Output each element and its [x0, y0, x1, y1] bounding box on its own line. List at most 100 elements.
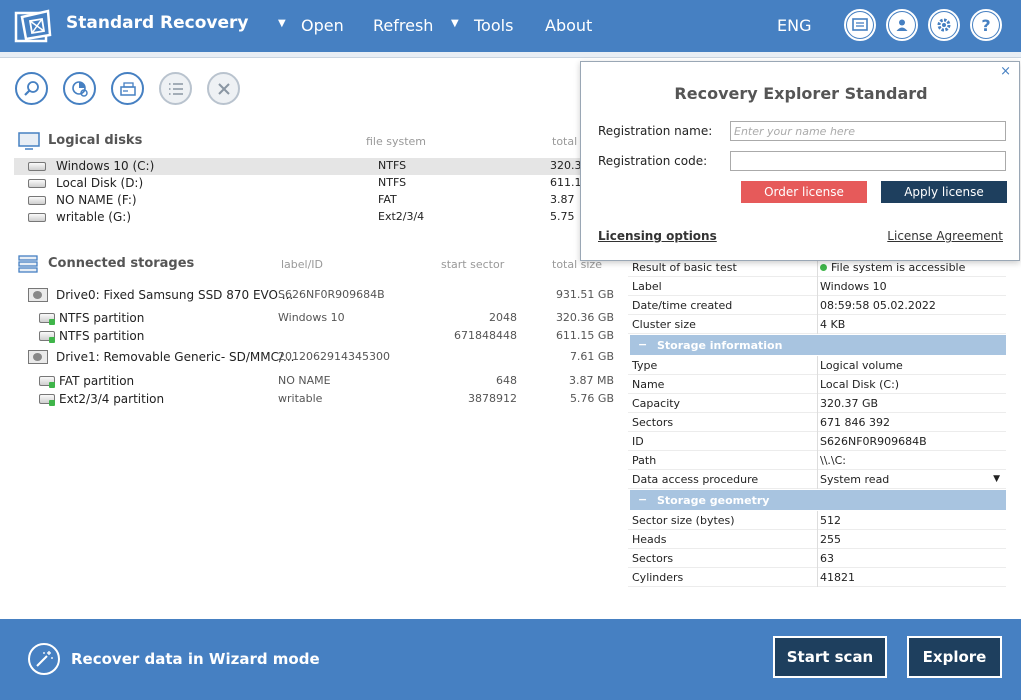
storage-label: 2012062914345300 — [278, 350, 390, 363]
disk-name: Windows 10 (C:) — [56, 159, 155, 173]
partition-icon — [39, 313, 55, 325]
storage-label: writable — [278, 392, 323, 405]
property-key: Result of basic test — [632, 261, 737, 274]
property-row: Label Windows 10 — [628, 277, 1006, 296]
registration-name-input[interactable] — [730, 121, 1006, 141]
list-button[interactable] — [159, 72, 192, 105]
dialog-title: Recovery Explorer Standard — [674, 84, 928, 103]
gear-icon — [931, 12, 957, 38]
drive-row[interactable]: Drive1: Removable Generic- SD/MMC/... 201… — [14, 349, 614, 366]
partition-row[interactable]: NTFS partition 671848448 611.15 GB — [14, 328, 614, 345]
wizard-button[interactable] — [28, 643, 60, 675]
close-button[interactable] — [207, 72, 240, 105]
property-value: 671 846 392 — [820, 416, 890, 429]
dialog-close-icon[interactable]: × — [1000, 64, 1011, 79]
property-value-text: 63 — [820, 552, 834, 565]
menu-open[interactable]: Open — [301, 16, 344, 35]
disk-icon — [28, 179, 46, 188]
property-key: Sector size (bytes) — [632, 514, 735, 527]
disk-size: 5.75 — [550, 210, 575, 223]
property-row: Sectors 671 846 392 — [628, 413, 1006, 432]
property-value-text: 320.37 GB — [820, 397, 879, 410]
storage-name: NTFS partition — [59, 311, 145, 325]
logical-disk-row[interactable]: Windows 10 (C:) NTFS 320.36 — [14, 158, 624, 175]
storage-name: Ext2/3/4 partition — [59, 392, 165, 406]
apply-license-button[interactable]: Apply license — [881, 181, 1007, 203]
property-key: Capacity — [632, 397, 681, 410]
licensing-options-link[interactable]: Licensing options — [598, 229, 717, 243]
property-value: 255 — [820, 533, 841, 546]
order-license-button[interactable]: Order license — [741, 181, 867, 203]
property-separator — [817, 549, 818, 568]
license-agreement-link[interactable]: License Agreement — [887, 229, 1003, 243]
property-row: Path \\.\C: — [628, 451, 1006, 470]
partition-row[interactable]: Ext2/3/4 partition writable 3878912 5.76 GB — [14, 391, 614, 408]
property-row: Name Local Disk (C:) — [628, 375, 1006, 394]
logical-disk-row[interactable]: Local Disk (D:) NTFS 611.14 — [14, 175, 624, 192]
partition-icon — [39, 331, 55, 343]
disk-icon — [28, 162, 46, 171]
logical-disk-row[interactable]: NO NAME (F:) FAT 3.87 — [14, 192, 624, 209]
explore-button[interactable]: Explore — [907, 636, 1002, 678]
disk-name: Local Disk (D:) — [56, 176, 144, 190]
storage-label: Windows 10 — [278, 311, 345, 324]
help-button[interactable]: ? — [970, 9, 1002, 41]
dropdown-arrow-icon[interactable]: ▼ — [993, 474, 1000, 484]
user-icon — [889, 12, 915, 38]
open-image-button[interactable] — [111, 72, 144, 105]
collapse-icon[interactable]: − — [638, 493, 647, 506]
storage-size: 3.87 MB — [568, 374, 614, 387]
property-separator — [817, 277, 818, 296]
registration-code-label: Registration code: — [598, 154, 708, 168]
property-value: 63 — [820, 552, 834, 565]
storage-geometry-group[interactable]: − Storage geometry — [630, 490, 1006, 510]
partition-icon — [39, 376, 55, 388]
scan-button[interactable] — [63, 72, 96, 105]
settings-button[interactable] — [928, 9, 960, 41]
app-header: Standard Recovery ▼ Open Refresh ▼ Tools… — [0, 0, 1021, 52]
menu-tools[interactable]: Tools — [474, 16, 513, 35]
property-row[interactable]: Data access procedure System read ▼ — [628, 470, 1006, 489]
search-icon — [23, 80, 39, 96]
property-key: Heads — [632, 533, 667, 546]
property-key: Cluster size — [632, 318, 696, 331]
disk-name: writable (G:) — [56, 210, 131, 224]
col-label-id: label/ID — [281, 258, 324, 271]
open-dropdown-arrow-icon[interactable]: ▼ — [278, 18, 286, 29]
partition-row[interactable]: NTFS partition Windows 10 2048 320.36 GB — [14, 310, 614, 327]
header-divider — [0, 52, 1021, 58]
menu-about[interactable]: About — [545, 16, 592, 35]
close-icon — [217, 82, 230, 95]
start-scan-button[interactable]: Start scan — [773, 636, 887, 678]
menu-refresh[interactable]: Refresh — [373, 16, 433, 35]
registration-code-input[interactable] — [730, 151, 1006, 171]
property-value: 320.37 GB — [820, 397, 878, 410]
property-key: Name — [632, 378, 665, 391]
storage-start-sector: 2048 — [489, 311, 517, 324]
search-button[interactable] — [15, 72, 48, 105]
property-separator — [817, 530, 818, 549]
property-key: Cylinders — [632, 571, 684, 584]
registration-dialog: × Recovery Explorer Standard Registratio… — [580, 61, 1020, 261]
logical-disk-row[interactable]: writable (G:) Ext2/3/4 5.75 — [14, 209, 624, 226]
storage-icon — [18, 255, 38, 273]
property-value-text: Local Disk (C:) — [820, 378, 900, 391]
message-button[interactable] — [844, 9, 876, 41]
property-value-text: S626NF0R909684B — [820, 435, 927, 448]
tools-dropdown-arrow-icon[interactable]: ▼ — [451, 18, 459, 29]
drive-row[interactable]: Drive0: Fixed Samsung SSD 870 EVO ... S62… — [14, 287, 614, 304]
language-selector[interactable]: ENG — [777, 16, 811, 35]
partition-row[interactable]: FAT partition NO NAME 648 3.87 MB — [14, 373, 614, 390]
app-logo-icon — [14, 9, 52, 43]
wizard-mode-link[interactable]: Recover data in Wizard mode — [71, 650, 320, 668]
disk-icon — [28, 196, 46, 205]
magic-wand-icon — [36, 651, 53, 667]
user-button[interactable] — [886, 9, 918, 41]
collapse-icon[interactable]: − — [638, 338, 647, 351]
app-title: Standard Recovery — [66, 13, 249, 33]
property-value-text: \\.\C: — [820, 454, 847, 467]
storage-information-group[interactable]: − Storage information — [630, 335, 1006, 355]
storage-name: Drive0: Fixed Samsung SSD 870 EVO ... — [56, 288, 294, 302]
property-value-text: 41821 — [820, 571, 855, 584]
storage-size: 5.76 GB — [569, 392, 614, 405]
